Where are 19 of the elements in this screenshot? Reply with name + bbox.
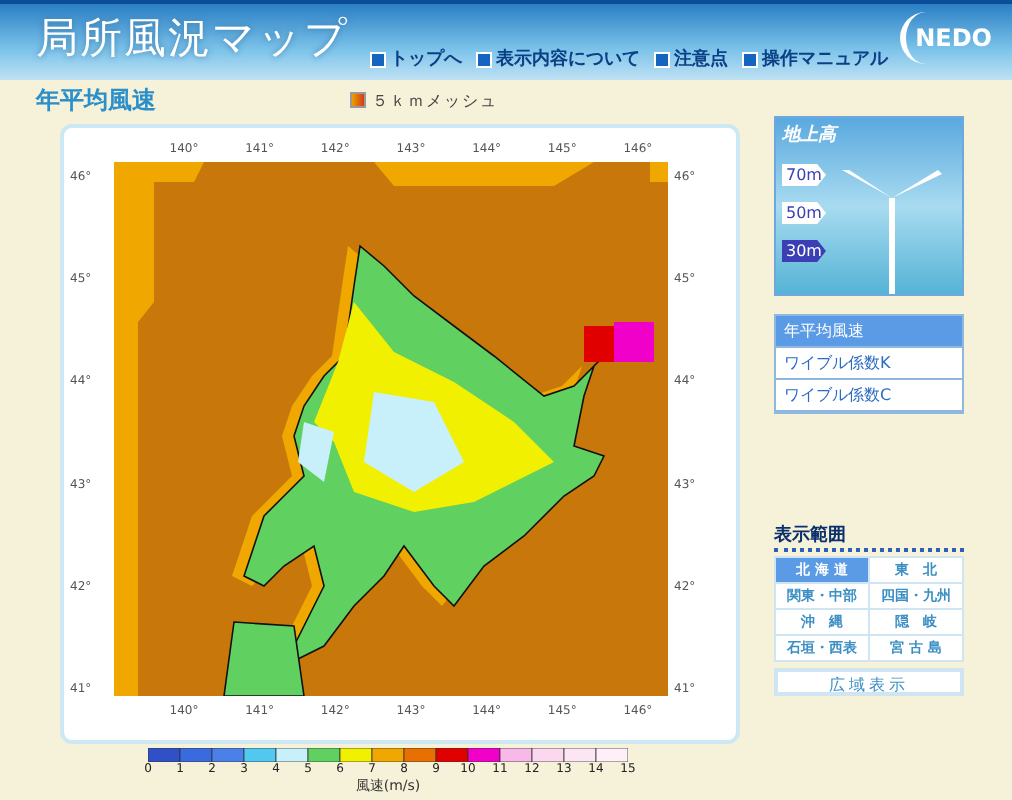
height-option[interactable]: 50m <box>782 202 826 224</box>
layer-menu-item[interactable]: 年平均風速 <box>776 316 962 348</box>
nav-link[interactable]: トップへ <box>370 46 462 72</box>
app-title: 局所風況マップ <box>36 12 350 66</box>
height-title: 地上高 <box>782 122 841 148</box>
wide-area-button[interactable]: 広域表示 <box>774 668 964 696</box>
nav-link[interactable]: 操作マニュアル <box>742 46 888 72</box>
nav-link[interactable]: 注意点 <box>654 46 728 72</box>
layer-menu-item[interactable]: ワイブル係数C <box>776 380 962 412</box>
region-title: 表示範囲 <box>774 522 964 552</box>
height-option[interactable]: 70m <box>782 164 826 186</box>
page-title: 年平均風速 <box>36 83 158 117</box>
mesh-icon <box>350 92 366 108</box>
nav-link[interactable]: 表示内容について <box>476 46 640 72</box>
height-option[interactable]: 30m <box>782 240 826 262</box>
mesh-label: ５ｋｍメッシュ <box>372 89 498 111</box>
layer-menu-item[interactable]: ワイブル係数K <box>776 348 962 380</box>
wind-turbine-icon <box>842 170 942 294</box>
logo: NEDO <box>900 12 996 64</box>
